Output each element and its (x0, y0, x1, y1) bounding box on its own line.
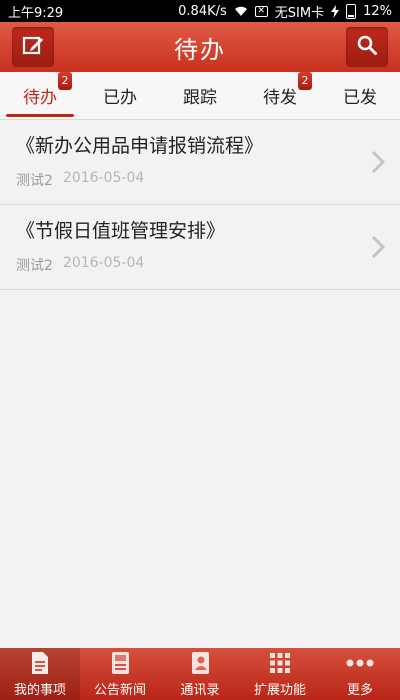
nav-label: 通讯录 (180, 683, 220, 698)
nav-extensions[interactable]: 扩展功能 (240, 648, 320, 700)
item-author: 测试2 (16, 173, 53, 189)
nav-announcements[interactable]: 公告新闻 (80, 648, 160, 700)
network-speed: 0.84K/s (178, 3, 227, 19)
charging-icon (331, 4, 340, 18)
list-item[interactable]: 《新办公用品申请报销流程》 测试2 2016-05-04 (0, 120, 400, 205)
nav-label: 更多 (346, 683, 373, 698)
tab-to-send[interactable]: 待发 2 (240, 72, 320, 119)
battery-icon (346, 3, 357, 19)
app-header: 待办 (0, 22, 400, 72)
page-title: 待办 (174, 35, 226, 64)
nav-more[interactable]: 更多 (320, 648, 400, 700)
more-icon (346, 649, 374, 677)
item-date: 2016-05-04 (62, 255, 145, 271)
item-title: 《新办公用品申请报销流程》 (16, 135, 264, 157)
news-icon (109, 649, 131, 677)
tab-label: 待办 (23, 88, 57, 108)
status-bar: 上午9:29 0.84K/s ✕ 无SIM卡 12% (0, 0, 400, 22)
list-item[interactable]: 《节假日值班管理安排》 测试2 2016-05-04 (0, 205, 400, 290)
status-right: 0.84K/s ✕ 无SIM卡 12% (178, 2, 392, 21)
tab-bar: 待办 2 已办 跟踪 待发 2 已发 (0, 72, 400, 120)
item-meta: 测试2 2016-05-04 (16, 255, 384, 275)
tab-label: 跟踪 (183, 88, 217, 108)
tab-label: 已发 (343, 88, 377, 108)
status-time: 上午9:29 (8, 5, 64, 21)
app-screen: 上午9:29 0.84K/s ✕ 无SIM卡 12% 待办 待办 2 已办 跟踪… (0, 0, 400, 700)
search-button[interactable] (346, 27, 388, 67)
wifi-icon (234, 6, 248, 17)
nav-my-items[interactable]: 我的事项 (0, 648, 80, 700)
item-title: 《节假日值班管理安排》 (16, 220, 226, 242)
compose-icon (22, 34, 44, 60)
nav-label: 我的事项 (13, 683, 66, 698)
task-list: 《新办公用品申请报销流程》 测试2 2016-05-04 《节假日值班管理安排》… (0, 120, 400, 290)
nav-label: 扩展功能 (253, 683, 306, 698)
bottom-nav: 我的事项 公告新闻 通讯录 扩展功能 更多 (0, 648, 400, 700)
to-send-count-badge: 2 (298, 72, 312, 90)
item-author: 测试2 (16, 258, 53, 274)
carrier-label: 无SIM卡 (274, 5, 325, 21)
nav-label: 公告新闻 (93, 683, 146, 698)
tab-tracking[interactable]: 跟踪 (160, 72, 240, 119)
tab-sent[interactable]: 已发 (320, 72, 400, 119)
no-sim-icon: ✕ (254, 5, 268, 17)
item-meta: 测试2 2016-05-04 (16, 170, 384, 190)
grid-icon (269, 649, 291, 677)
tab-pending[interactable]: 待办 2 (0, 72, 80, 119)
item-date: 2016-05-04 (62, 170, 145, 186)
chevron-right-icon (370, 235, 386, 259)
chevron-right-icon (370, 150, 386, 174)
compose-button[interactable] (12, 27, 54, 67)
pending-count-badge: 2 (58, 72, 72, 90)
contacts-icon (189, 649, 211, 677)
search-icon (356, 34, 378, 60)
battery-level: 12% (363, 3, 392, 19)
nav-contacts[interactable]: 通讯录 (160, 648, 240, 700)
tab-label: 已办 (103, 88, 137, 108)
document-icon (30, 649, 50, 677)
tab-label: 待发 (263, 88, 297, 108)
tab-done[interactable]: 已办 (80, 72, 160, 119)
